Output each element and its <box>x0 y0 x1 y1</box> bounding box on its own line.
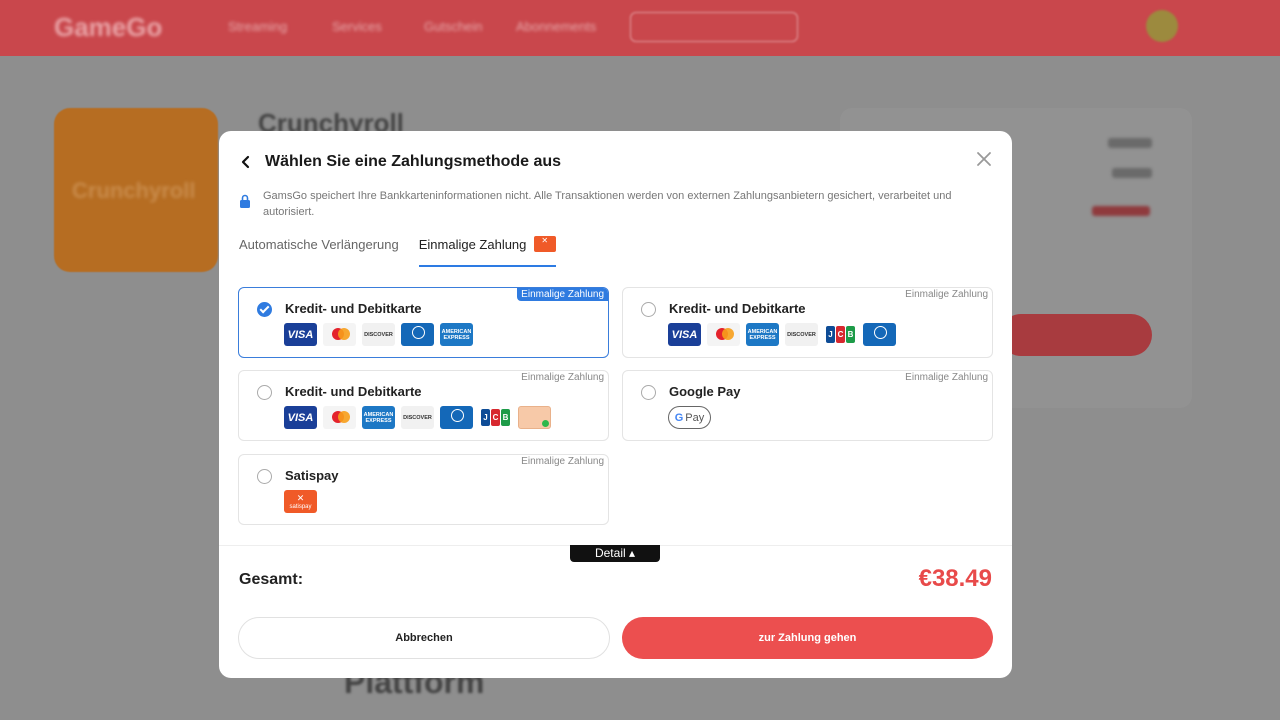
site-logo[interactable]: GameGo <box>54 12 162 43</box>
payment-tabs: Automatische Verlängerung Einmalige Zahl… <box>239 236 576 267</box>
option-label: Google Pay <box>669 384 741 399</box>
card-logos: VISA AMERICAN EXPRESS DISCOVER JCB <box>668 323 902 346</box>
google-pay-icon: G Pay <box>668 406 711 429</box>
modal-header: Wählen Sie eine Zahlungsmethode aus <box>239 153 561 171</box>
amex-icon: AMERICAN EXPRESS <box>362 406 395 429</box>
payment-option-card-2[interactable]: Einmalige Zahlung Kredit- und Debitkarte… <box>622 287 993 358</box>
payment-option-google-pay[interactable]: Einmalige Zahlung Google Pay G Pay <box>622 370 993 441</box>
proceed-to-payment-button[interactable]: zur Zahlung gehen <box>622 617 993 659</box>
chevron-up-icon: ▴ <box>629 546 636 560</box>
total-price: €38.49 <box>918 565 992 592</box>
option-label: Kredit- und Debitkarte <box>285 384 422 399</box>
card-logos: VISA AMERICAN EXPRESS DISCOVER JCB <box>284 406 557 429</box>
one-time-badge: Einmalige Zahlung <box>905 372 988 383</box>
option-label: Kredit- und Debitkarte <box>669 301 806 316</box>
option-label: Satispay <box>285 468 339 483</box>
diners-club-icon <box>440 406 473 429</box>
nav-item[interactable]: Services <box>332 19 382 34</box>
payment-option-satispay[interactable]: Einmalige Zahlung Satispay ✕ satispay <box>238 454 609 525</box>
radio-checked[interactable] <box>257 302 272 317</box>
search-input[interactable] <box>630 12 798 42</box>
jcb-icon: JCB <box>479 406 512 429</box>
radio-unchecked[interactable] <box>257 385 272 400</box>
avatar[interactable] <box>1146 10 1178 42</box>
chevron-left-icon[interactable] <box>239 155 253 169</box>
modal-title: Wählen Sie eine Zahlungsmethode aus <box>265 153 562 170</box>
one-time-badge: Einmalige Zahlung <box>905 289 988 300</box>
radio-unchecked[interactable] <box>641 385 656 400</box>
radio-unchecked[interactable] <box>257 469 272 484</box>
product-tile: Crunchyroll <box>54 108 218 272</box>
visa-icon: VISA <box>668 323 701 346</box>
visa-icon: VISA <box>284 406 317 429</box>
nav-item[interactable]: Gutschein <box>424 19 483 34</box>
card-logos: ✕ satispay <box>284 490 317 513</box>
option-label: Kredit- und Debitkarte <box>285 301 422 316</box>
cancel-button[interactable]: Abbrechen <box>238 617 610 659</box>
close-icon[interactable] <box>974 149 994 169</box>
radio-unchecked[interactable] <box>641 302 656 317</box>
one-time-badge: Einmalige Zahlung <box>517 288 608 301</box>
summary-line <box>1112 168 1152 178</box>
mastercard-icon <box>323 406 356 429</box>
nav-item[interactable]: Abonnements <box>516 19 596 34</box>
bank-transfer-icon <box>518 406 551 429</box>
one-time-badge: Einmalige Zahlung <box>521 372 604 383</box>
notice-text: GamsGo speichert Ihre Bankkarteninformat… <box>263 190 952 218</box>
jcb-icon: JCB <box>824 323 857 346</box>
satispay-icon <box>534 236 557 252</box>
lock-icon <box>240 194 250 208</box>
product-tile-text: Crunchyroll <box>72 178 196 203</box>
mastercard-icon <box>707 323 740 346</box>
buy-button[interactable] <box>1000 314 1152 356</box>
nav-item[interactable]: Streaming <box>228 19 287 34</box>
discover-icon: DISCOVER <box>401 406 434 429</box>
payment-option-card-1[interactable]: Einmalige Zahlung Kredit- und Debitkarte… <box>238 287 609 358</box>
amex-icon: AMERICAN EXPRESS <box>746 323 779 346</box>
satispay-icon: ✕ satispay <box>284 490 317 513</box>
detail-label: Detail <box>594 546 626 560</box>
tab-label: Einmalige Zahlung <box>418 237 527 252</box>
site-header: GameGo Streaming Services Gutschein Abon… <box>0 0 1280 56</box>
visa-icon: VISA <box>284 323 317 346</box>
discover-icon: DISCOVER <box>362 323 395 346</box>
summary-price-line <box>1092 206 1150 216</box>
total-label: Gesamt: <box>239 571 304 588</box>
summary-line <box>1108 138 1152 148</box>
mastercard-icon <box>323 323 356 346</box>
detail-toggle-button[interactable]: Detail ▴ <box>570 545 660 562</box>
card-logos: VISA DISCOVER AMERICAN EXPRESS <box>284 323 479 346</box>
one-time-badge: Einmalige Zahlung <box>521 456 604 467</box>
payment-method-modal: Wählen Sie eine Zahlungsmethode aus Gams… <box>219 131 1012 678</box>
diners-club-icon <box>863 323 896 346</box>
tab-auto-renewal[interactable]: Automatische Verlängerung <box>239 237 399 267</box>
tab-one-time-payment[interactable]: Einmalige Zahlung <box>418 236 557 267</box>
amex-icon: AMERICAN EXPRESS <box>440 323 473 346</box>
diners-club-icon <box>401 323 434 346</box>
card-logos: G Pay <box>668 406 711 429</box>
payment-option-card-3[interactable]: Einmalige Zahlung Kredit- und Debitkarte… <box>238 370 609 441</box>
discover-icon: DISCOVER <box>785 323 818 346</box>
security-notice: GamsGo speichert Ihre Bankkarteninformat… <box>239 188 999 220</box>
